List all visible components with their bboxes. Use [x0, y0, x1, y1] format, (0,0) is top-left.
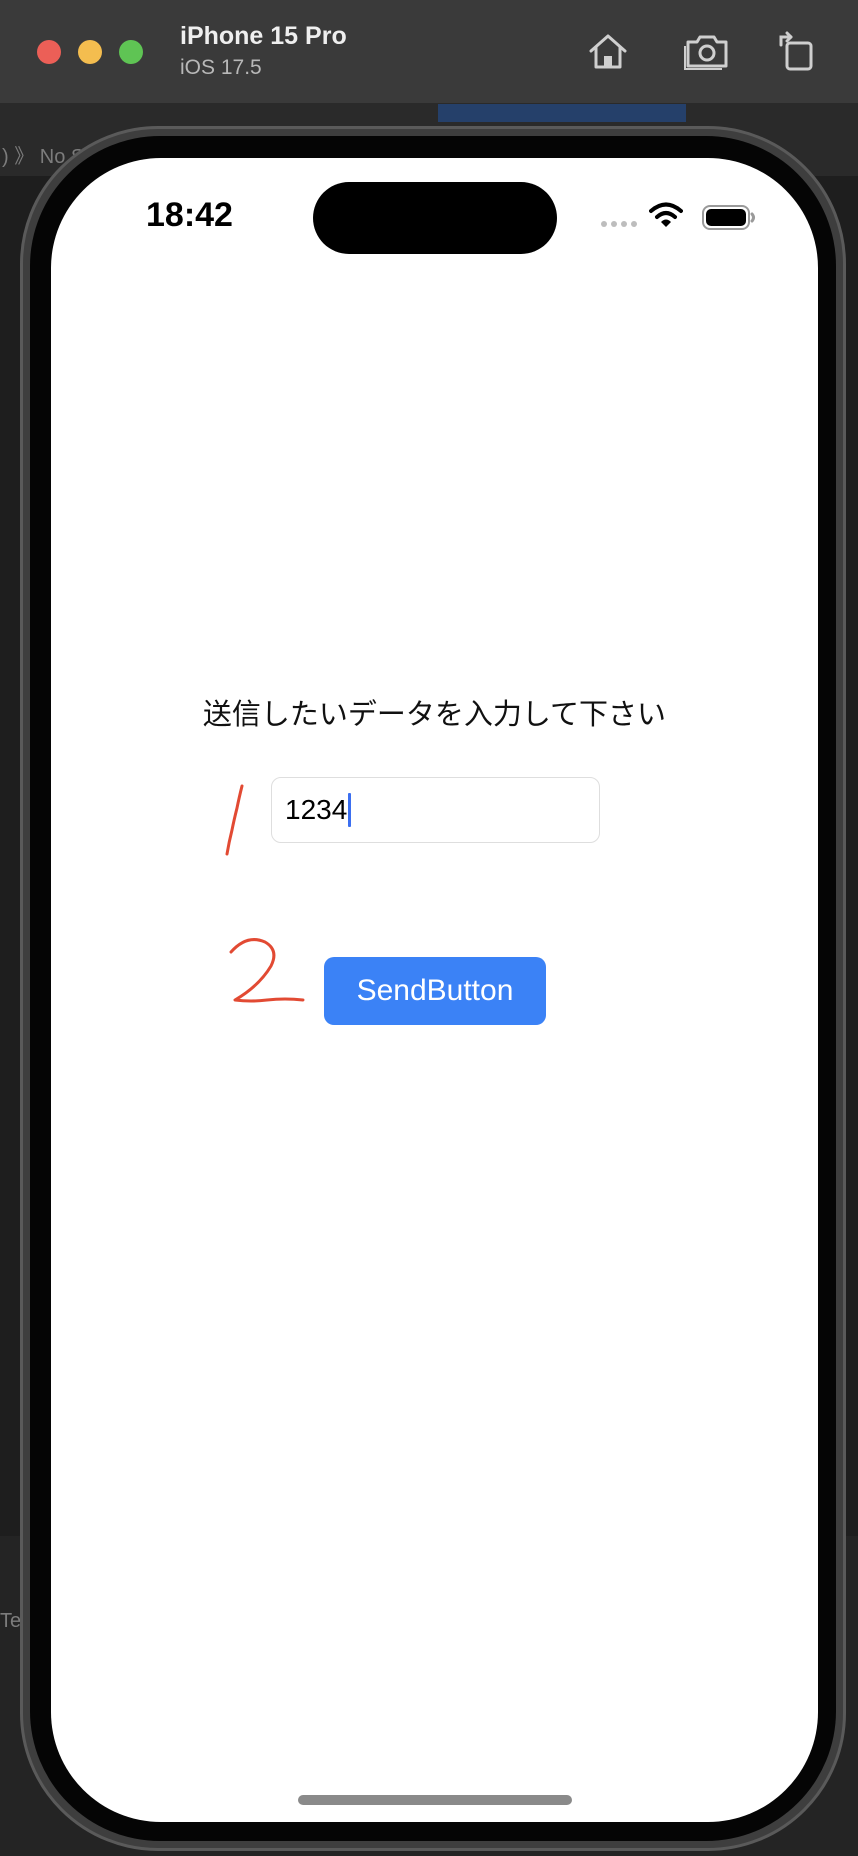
window-minimize-button[interactable] — [78, 40, 102, 64]
rotate-icon — [779, 31, 813, 71]
rotate-button[interactable] — [772, 26, 822, 76]
screenshot-button[interactable] — [682, 26, 732, 76]
device-screen: 18:42 送信したいデータを入力して下さい 1234 SendButton 1… — [51, 158, 818, 1822]
device-name: iPhone 15 Pro — [180, 22, 347, 50]
home-indicator[interactable] — [298, 1795, 572, 1805]
xcode-background-tab — [438, 104, 686, 122]
annotation-mark-1: 1 — [225, 784, 244, 856]
os-version: iOS 17.5 — [180, 56, 262, 79]
annotation-mark-2: 2 — [229, 938, 305, 1003]
annotation-layer: 1 2 — [225, 784, 305, 1003]
camera-icon — [684, 35, 728, 70]
home-button[interactable] — [583, 26, 633, 76]
window-zoom-button[interactable] — [119, 40, 143, 64]
xcode-background-text: Te — [0, 1610, 22, 1632]
simulator-titlebar: iPhone 15 Pro iOS 17.5 — [0, 0, 858, 104]
home-icon — [589, 34, 627, 69]
window-close-button[interactable] — [37, 40, 61, 64]
